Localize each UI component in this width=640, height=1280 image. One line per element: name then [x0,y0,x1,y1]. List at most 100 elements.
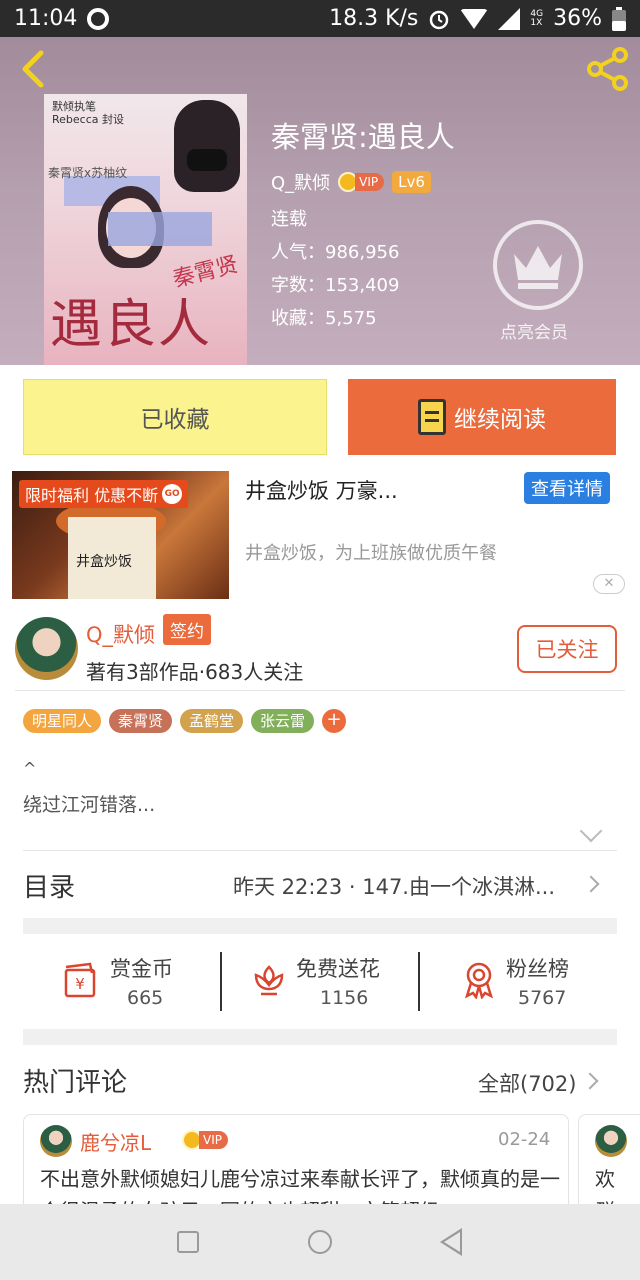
red-envelope-icon: ¥ [64,962,96,998]
member-crown-button[interactable] [493,220,583,310]
section-band [23,918,617,934]
vip-badge: VIP [182,1129,228,1151]
comment-user[interactable]: 鹿兮凉L [80,1127,151,1156]
book-stats: 连载 人气：986,956 字数：153,409 收藏：5,575 [271,203,455,335]
divider-vertical [220,952,222,1011]
svg-text:¥: ¥ [75,975,85,993]
book-intro[interactable]: 绕过江河错落... [23,790,155,817]
author-row: Q_默倾 VIP Lv6 [271,169,455,195]
tag[interactable]: 孟鹤堂 [180,709,244,733]
ad-detail-button[interactable]: 查看详情 [524,472,610,504]
cover-pairing: 秦霄贤x苏柚纹 [48,166,128,180]
signal-icon [498,7,521,30]
author-avatar[interactable] [15,617,78,680]
book-title: 秦霄贤:遇良人 [271,120,455,154]
member-label: 点亮会员 [500,323,568,343]
section-band [23,1029,617,1045]
back-arrow-icon[interactable] [14,49,54,89]
cover-title: 遇良人 [50,295,213,355]
chevron-right-icon[interactable] [581,1072,599,1090]
ad-promo-text: 限时福利 优惠不断 [25,486,159,505]
favorited-label: 已收藏 [140,407,210,433]
cover-author-line: 默倾执笔 [52,100,96,113]
reward-coins[interactable]: ¥ 赏金币 665 [62,953,202,1013]
recents-button[interactable] [177,1231,199,1253]
fan-ranking[interactable]: 粉丝榜 5767 [460,953,580,1013]
vip-badge: VIP [338,171,385,193]
battery-icon [612,6,626,31]
crown-icon [514,246,562,289]
ad-description: 井盒炒饭，为上班族做优质午餐 [245,543,497,564]
ad-title[interactable]: 井盒炒饭 万豪... [245,475,398,505]
author-meta: 著有3部作品·683人关注 [86,660,304,684]
all-comments-link[interactable]: 全部(702) [478,1068,576,1098]
vip-label: VIP [355,173,385,191]
status-time: 11:04 [14,6,78,31]
comment-avatar[interactable] [40,1125,72,1157]
tag[interactable]: 秦霄贤 [109,709,173,733]
book-icon [418,399,446,435]
app-notification-icon [87,7,110,30]
ad-box-label: 井盒炒饭 [76,554,132,570]
divider [23,850,617,851]
comment-avatar[interactable] [595,1125,627,1157]
book-status: 连载 [271,209,307,230]
home-button[interactable] [308,1230,332,1254]
wifi-icon [460,8,489,29]
tag[interactable]: 明星同人 [23,709,102,733]
cover-mask [187,149,227,171]
book-info: 秦霄贤:遇良人 Q_默倾 VIP Lv6 连载 人气：986,956 字数：15… [271,119,455,335]
book-header: 默倾执笔 Rebecca 封设 秦霄贤x苏柚纹 秦霄贤 遇良人 秦霄贤:遇良人 … [0,37,640,365]
tag-list: 明星同人 秦霄贤 孟鹤堂 张云雷 + [23,709,347,733]
flowers-count: 1156 [320,987,369,1009]
net-speed: 18.3 K/s [329,6,419,31]
divider [15,690,625,691]
book-favorites: 收藏：5,575 [271,308,377,329]
favorited-button[interactable]: 已收藏 [23,379,327,455]
following-button[interactable]: 已关注 [517,625,617,673]
ad-image[interactable]: 井盒炒饭 限时福利 优惠不断 GO [12,471,229,599]
ad-go-icon: GO [162,484,183,504]
free-flowers[interactable]: 免费送花 1156 [250,953,400,1013]
fans-count: 5767 [518,987,567,1009]
book-popularity: 人气：986,956 [271,242,400,263]
comment-date: 02-24 [498,1129,551,1150]
status-bar: 11:04 18.3 K/s 4G 1X 36% [0,0,640,37]
reward-label: 赏金币 [110,957,173,981]
ad-promo-tag: 限时福利 优惠不断 GO [19,480,189,508]
ad-close-button[interactable]: ✕ [593,574,625,594]
status-right: 18.3 K/s 4G 1X 36% [329,6,626,31]
tag[interactable]: 张云雷 [251,709,315,733]
flowers-label: 免费送花 [296,957,380,981]
level-badge: Lv6 [392,171,431,193]
vip-label: VIP [199,1131,228,1149]
continue-reading-label: 继续阅读 [454,407,546,433]
network-type-bottom: 1X [530,17,543,28]
chevron-right-icon[interactable] [582,875,600,893]
network-type: 4G 1X [530,9,543,28]
share-icon[interactable] [586,47,630,91]
hot-comments-title: 热门评论 [23,1068,128,1098]
reward-count: 665 [127,987,164,1009]
book-word-count: 字数：153,409 [271,275,400,296]
book-author[interactable]: Q_默倾 [271,169,330,195]
toc-latest-chapter[interactable]: 昨天 22:23 · 147.由一个冰淇淋... [233,871,555,901]
award-ribbon-icon [464,962,494,999]
divider-vertical [418,952,420,1011]
cover-author-line: Rebecca 封设 [52,113,124,126]
intro-caret: ^ [23,759,37,778]
fans-label: 粉丝榜 [506,957,569,981]
author-name[interactable]: Q_默倾 [86,619,155,649]
cover-male-figure [174,100,240,192]
book-cover[interactable]: 默倾执笔 Rebecca 封设 秦霄贤x苏柚纹 秦霄贤 遇良人 [44,94,247,365]
system-nav-bar [0,1204,640,1280]
battery-percent: 36% [553,6,602,31]
following-label: 已关注 [535,638,599,662]
nav-back-button[interactable] [440,1228,462,1256]
add-tag-button[interactable]: + [322,709,347,733]
toc-title[interactable]: 目录 [23,867,75,904]
cover-author: 默倾执笔 Rebecca 封设 [52,100,124,126]
continue-reading-button[interactable]: 继续阅读 [348,379,616,455]
expand-chevron-icon[interactable] [579,819,603,843]
alarm-icon [430,10,449,29]
